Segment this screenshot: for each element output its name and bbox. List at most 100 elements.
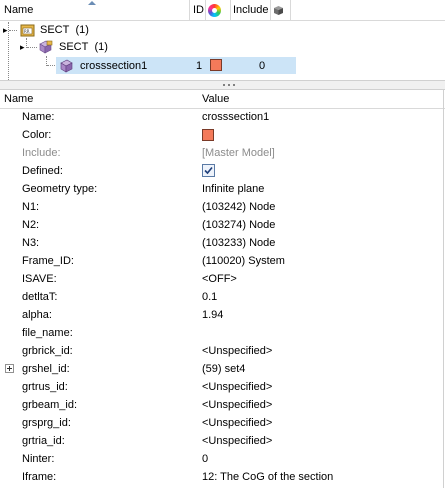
property-name: alpha: xyxy=(22,309,52,321)
property-value[interactable]: 0 xyxy=(202,450,208,468)
property-value[interactable]: (103274) Node xyxy=(202,216,275,234)
property-name: Include: xyxy=(22,147,61,159)
property-row[interactable]: grbeam_id: <Unspecified> xyxy=(0,396,445,414)
splitter-grip xyxy=(233,84,235,86)
entity-tree-panel: Name ID Include ▸ RR SECT (1) ▸ SECT (1)… xyxy=(0,0,445,81)
property-value[interactable]: <Unspecified> xyxy=(202,342,272,360)
sort-ascending-icon xyxy=(88,1,96,5)
tree-connector xyxy=(9,30,17,31)
property-header-row: Name Value xyxy=(0,90,445,109)
property-name: Ninter: xyxy=(22,453,55,465)
panel-splitter[interactable] xyxy=(0,80,445,90)
tree-node-count: (1) xyxy=(75,24,89,36)
property-row[interactable]: Ninter: 0 xyxy=(0,450,445,468)
property-header-name[interactable]: Name xyxy=(4,90,33,108)
property-row[interactable]: Color: xyxy=(0,126,445,144)
property-row[interactable]: Iframe: 12: The CoG of the section xyxy=(0,468,445,486)
property-row[interactable]: grsprg_id: <Unspecified> xyxy=(0,414,445,432)
property-name: Name: xyxy=(22,111,55,123)
property-value[interactable]: (110020) System xyxy=(202,252,285,270)
property-row[interactable]: Include: [Master Model] xyxy=(0,144,445,162)
property-value[interactable]: crosssection1 xyxy=(202,108,269,126)
property-name: Frame_ID: xyxy=(22,255,74,267)
property-row[interactable]: Defined: xyxy=(0,162,445,180)
property-value[interactable]: Infinite plane xyxy=(202,180,264,198)
property-row[interactable]: detltaT: 0.1 xyxy=(0,288,445,306)
property-name: detltaT: xyxy=(22,291,58,303)
property-value[interactable]: <Unspecified> xyxy=(202,378,272,396)
property-name: grshel_id: xyxy=(22,363,70,375)
collapse-toggle-icon[interactable]: ▸ xyxy=(3,22,8,38)
property-value[interactable]: 0.1 xyxy=(202,288,217,306)
tree-node-include: 0 xyxy=(259,60,266,72)
property-row[interactable]: grtria_id: <Unspecified> xyxy=(0,432,445,450)
property-name: grtria_id: xyxy=(22,435,65,447)
property-name: grtrus_id: xyxy=(22,381,68,393)
header-divider xyxy=(290,0,291,20)
property-name: Color: xyxy=(22,129,52,141)
tree-node-id: 1 xyxy=(196,60,203,72)
color-swatch[interactable] xyxy=(210,59,222,71)
property-row[interactable]: N2: (103274) Node xyxy=(0,216,445,234)
svg-text:RR: RR xyxy=(24,29,30,34)
tree-node-label: SECT xyxy=(40,24,70,36)
section-group-icon xyxy=(39,40,53,54)
tree-header-row: Name ID Include xyxy=(0,0,445,21)
property-row[interactable]: Name: crosssection1 xyxy=(0,108,445,126)
property-value[interactable]: <Unspecified> xyxy=(202,432,272,450)
property-name: Iframe: xyxy=(22,471,57,483)
header-divider xyxy=(270,0,271,20)
property-value[interactable]: <Unspecified> xyxy=(202,414,272,432)
property-row[interactable]: N3: (103233) Node xyxy=(0,234,445,252)
color-wheel-icon[interactable] xyxy=(208,4,221,17)
tree-header-name[interactable]: Name xyxy=(4,0,33,20)
property-row[interactable]: Geometry type: Infinite plane xyxy=(0,180,445,198)
cross-section-icon xyxy=(60,59,73,73)
tree-header-id[interactable]: ID xyxy=(193,0,204,20)
splitter-grip xyxy=(228,84,230,86)
property-name: grbeam_id: xyxy=(22,399,78,411)
defined-checkbox[interactable] xyxy=(202,164,215,177)
tree-node-sect-root[interactable]: SECT (1) xyxy=(40,22,89,38)
tree-node-label: SECT xyxy=(59,41,89,53)
property-name: N2: xyxy=(22,219,40,231)
header-divider xyxy=(205,0,206,20)
header-divider xyxy=(230,0,231,20)
property-row[interactable]: grbrick_id: <Unspecified> xyxy=(0,342,445,360)
collapse-toggle-icon[interactable]: ▸ xyxy=(20,39,25,55)
property-name: file_name: xyxy=(22,327,73,339)
property-value[interactable]: (103242) Node xyxy=(202,198,275,216)
property-value[interactable]: <OFF> xyxy=(202,270,237,288)
header-divider xyxy=(189,0,190,20)
expand-plus-icon[interactable] xyxy=(5,364,14,373)
property-row[interactable]: grshel_id: (59) set4 xyxy=(0,360,445,378)
tree-connector xyxy=(27,47,37,48)
property-header-value[interactable]: Value xyxy=(202,90,229,108)
property-value[interactable]: (103233) Node xyxy=(202,234,275,252)
property-value[interactable]: (59) set4 xyxy=(202,360,245,378)
checkmark-icon xyxy=(204,166,213,175)
property-value[interactable]: 12: The CoG of the section xyxy=(202,468,333,486)
property-name: N3: xyxy=(22,237,40,249)
tree-node-crosssection[interactable]: crosssection1 xyxy=(80,58,147,74)
property-row[interactable]: alpha: 1.94 xyxy=(0,306,445,324)
tree-node-sect-child[interactable]: SECT (1) xyxy=(59,39,108,55)
property-row[interactable]: Frame_ID: (110020) System xyxy=(0,252,445,270)
property-row[interactable]: N1: (103242) Node xyxy=(0,198,445,216)
folder-sect-icon: RR xyxy=(20,24,35,37)
property-name: grsprg_id: xyxy=(22,417,71,429)
cube-icon[interactable] xyxy=(273,5,284,16)
tree-node-count: (1) xyxy=(94,41,108,53)
property-name: N1: xyxy=(22,201,40,213)
property-row[interactable]: grtrus_id: <Unspecified> xyxy=(0,378,445,396)
property-name: Geometry type: xyxy=(22,183,98,195)
tree-header-include[interactable]: Include xyxy=(233,0,268,20)
property-value: [Master Model] xyxy=(202,147,275,159)
splitter-grip xyxy=(223,84,225,86)
property-row[interactable]: file_name: xyxy=(0,324,445,342)
property-row[interactable]: ISAVE: <OFF> xyxy=(0,270,445,288)
property-name: grbrick_id: xyxy=(22,345,73,357)
color-swatch[interactable] xyxy=(202,129,214,141)
property-value[interactable]: <Unspecified> xyxy=(202,396,272,414)
property-value[interactable]: 1.94 xyxy=(202,306,223,324)
